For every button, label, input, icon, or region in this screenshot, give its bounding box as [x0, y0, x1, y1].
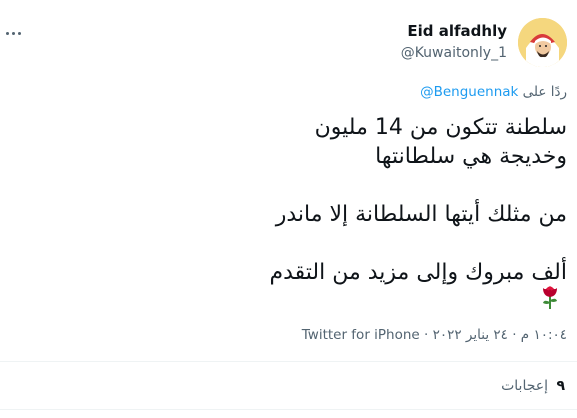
more-options-icon[interactable] [6, 28, 26, 38]
tweet-line: ألف مبروك وإلى مزيد من التقدم [269, 260, 567, 285]
tweet-time[interactable]: ١٠:٠٤ م [521, 327, 567, 343]
tweet-line: سلطنة تتكون من 14 مليون [314, 115, 567, 140]
tweet-date[interactable]: ٢٤ يناير ٢٠٢٢ [433, 327, 508, 343]
author-handle[interactable]: @Kuwaitonly_1 [401, 44, 507, 63]
tweet-line: وخديجة هي سلطانتها [375, 144, 567, 169]
tweet-text: سلطنة تتكون من 14 مليون وخديجة هي سلطانت… [22, 113, 567, 287]
replying-to: ردًا على @Benguennak [420, 84, 567, 100]
author-display-name[interactable]: Eid alfadhly [401, 21, 507, 41]
likes-count: ٩ [556, 378, 565, 394]
author-info[interactable]: Eid alfadhly @Kuwaitonly_1 [401, 21, 507, 63]
avatar-image [518, 18, 567, 67]
author-avatar[interactable] [518, 18, 567, 67]
tweet-header: Eid alfadhly @Kuwaitonly_1 [0, 14, 577, 74]
divider [0, 361, 577, 362]
rose-icon [543, 286, 557, 309]
meta-separator: · [424, 327, 429, 343]
meta-separator: · [512, 327, 517, 343]
likes-label: إعجابات [501, 378, 548, 394]
replying-to-label: ردًا على [522, 84, 567, 100]
tweet-source[interactable]: Twitter for iPhone [302, 327, 420, 343]
tweet-meta: ١٠:٠٤ م · ٢٤ يناير ٢٠٢٢ · Twitter for iP… [302, 327, 567, 343]
likes-stat[interactable]: ٩ إعجابات [501, 378, 565, 394]
tweet-line: من مثلك أيتها السلطانة إلا ماندر [275, 202, 567, 227]
reply-mention-link[interactable]: @Benguennak [420, 84, 518, 100]
divider [0, 409, 577, 410]
